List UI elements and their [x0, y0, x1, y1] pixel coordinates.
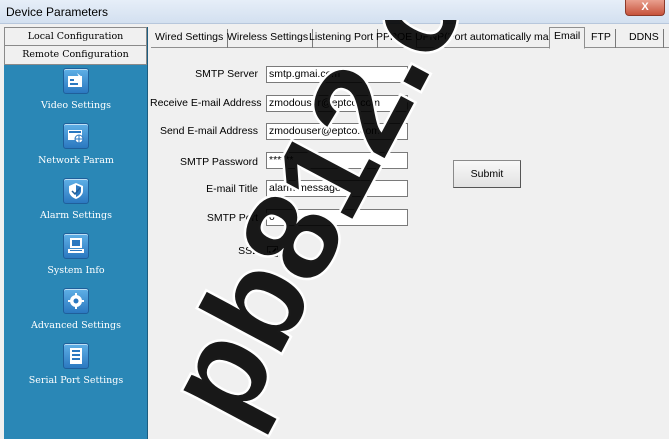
sidebar-item-label: Network Param: [38, 155, 114, 166]
ssl-checkbox[interactable]: [267, 246, 278, 257]
tab-wired-settings[interactable]: Wired Settings: [151, 29, 229, 48]
sidebar-item-alarm-settings[interactable]: Alarm Settings: [4, 178, 147, 234]
send-email-label: Send E-mail Address: [159, 125, 258, 137]
sidebar-item-label: Serial Port Settings: [28, 375, 124, 386]
ssl-label: SSL: [238, 245, 258, 257]
remote-configuration-header[interactable]: Remote Configuration: [4, 46, 147, 65]
sidebar-item-label: Alarm Settings: [39, 210, 112, 221]
sidebar-item-label: Video Settings: [40, 100, 112, 111]
smtp-port-input[interactable]: 0: [266, 209, 408, 226]
sidebar-item-advanced-settings[interactable]: Advanced Settings: [4, 288, 147, 344]
tab-listening-port[interactable]: Listening Port: [305, 29, 379, 48]
email-title-label: E-mail Title: [206, 183, 258, 195]
gear-icon: [63, 288, 89, 314]
sidebar-item-label: System Info: [47, 265, 105, 276]
serial-port-icon: [63, 343, 89, 369]
smtp-server-input[interactable]: smtp.gmai.com: [266, 66, 408, 83]
sidebar-item-network-param[interactable]: Network Param: [4, 123, 147, 179]
smtp-password-label: SMTP Password: [180, 156, 258, 168]
checkmark-icon: [268, 247, 277, 256]
local-configuration-header[interactable]: Local Configuration: [4, 27, 147, 46]
video-settings-icon: [63, 68, 89, 94]
sidebar-item-label: Advanced Settings: [30, 320, 121, 331]
settings-tabs: Wired Settings Wireless Settings Listeni…: [151, 27, 669, 49]
receive-email-input[interactable]: zmodouser@eptco.com: [266, 95, 408, 112]
tab-ddns[interactable]: DDNS: [625, 29, 664, 48]
smtp-port-label: SMTP Port: [206, 212, 258, 224]
watermark: pb812.com: [150, 20, 586, 439]
system-info-icon: [63, 233, 89, 259]
sidebar-item-serial-port-settings[interactable]: Serial Port Settings: [4, 343, 147, 399]
tab-wireless-settings[interactable]: Wireless Settings: [223, 29, 314, 48]
tab-email[interactable]: Email: [549, 27, 586, 49]
send-email-input[interactable]: zmodouser@eptco.com: [266, 123, 408, 140]
tab-ftp[interactable]: FTP: [587, 29, 616, 48]
window-title: Device Parameters: [6, 5, 109, 19]
close-icon: X: [641, 1, 649, 13]
sidebar-item-video-settings[interactable]: Video Settings: [4, 68, 147, 124]
smtp-password-input[interactable]: ******: [266, 152, 408, 169]
tab-upnp[interactable]: UPNP(Port automatically maps): [411, 29, 569, 48]
smtp-server-label: SMTP Server: [195, 68, 258, 80]
sidebar: Local Configuration Remote Configuration…: [4, 27, 148, 439]
alarm-shield-icon: [63, 178, 89, 204]
email-title-input[interactable]: alarm message: [266, 180, 408, 197]
receive-email-label: Receive E-mail Address: [150, 97, 262, 109]
network-param-icon: [63, 123, 89, 149]
close-button[interactable]: X: [625, 0, 665, 16]
title-bar: Device Parameters X: [0, 0, 669, 24]
submit-button[interactable]: Submit: [453, 160, 521, 188]
sidebar-item-system-info[interactable]: System Info: [4, 233, 147, 289]
